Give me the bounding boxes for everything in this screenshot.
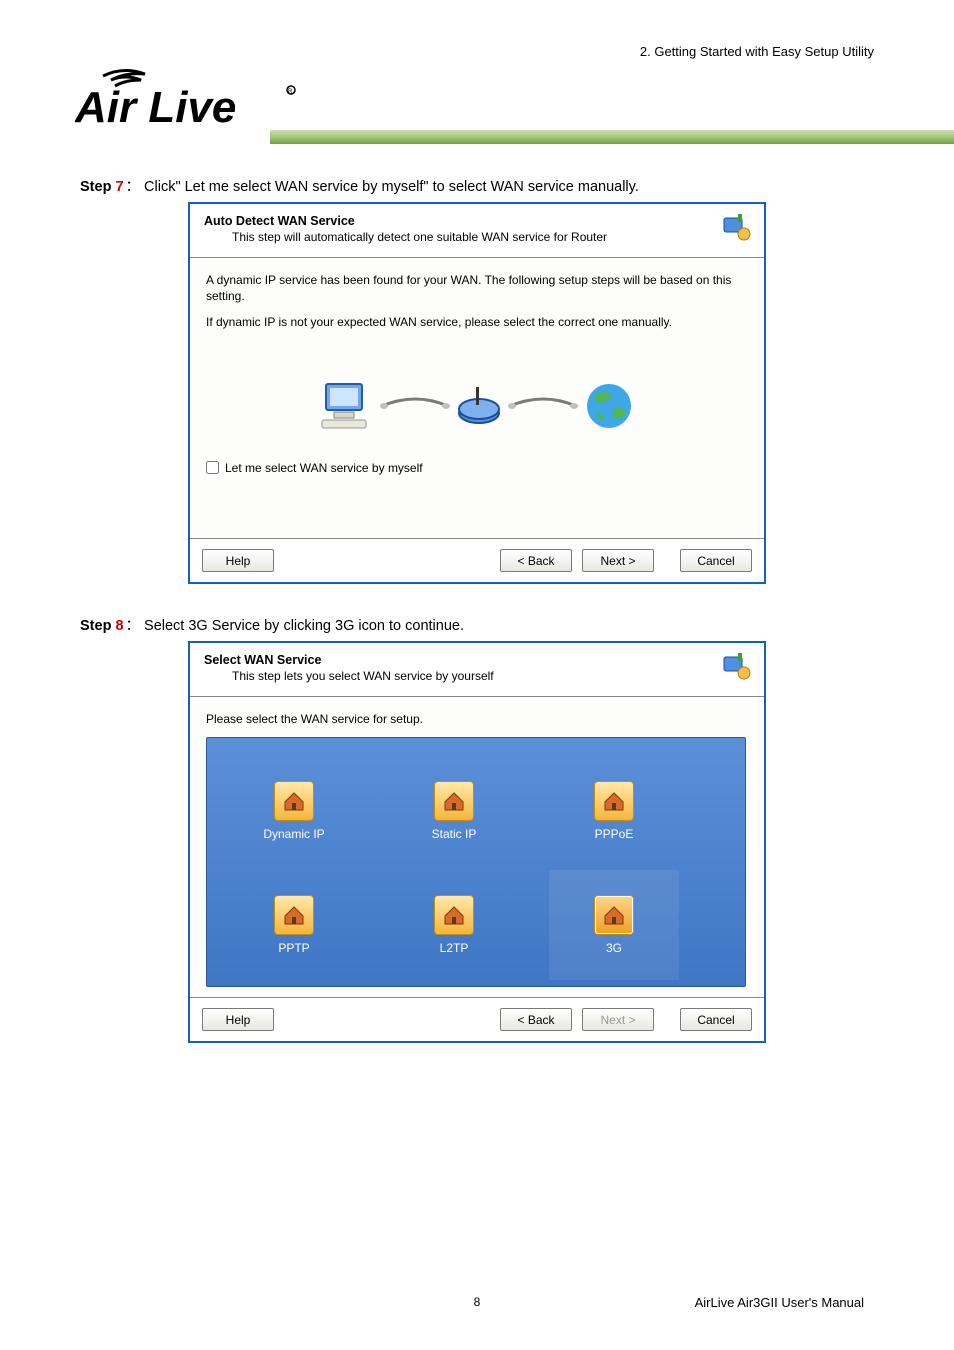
service-static-ip[interactable]: Static IP: [389, 756, 519, 866]
house-icon: [274, 781, 314, 821]
cable-left-icon: [380, 396, 450, 416]
house-icon: [434, 895, 474, 935]
step-8-text: Select 3G Service by clicking 3G icon to…: [144, 618, 874, 634]
service-pptp[interactable]: PPTP: [229, 870, 359, 980]
step-7-label: Step 7: [80, 179, 124, 195]
dialog1-subtitle: This step will automatically detect one …: [232, 230, 750, 244]
house-icon: [594, 781, 634, 821]
dialog1-body-line1: A dynamic IP service has been found for …: [206, 272, 748, 304]
dialog-auto-detect-wan: Auto Detect WAN Service This step will a…: [188, 202, 766, 584]
computer-icon: [320, 380, 374, 432]
step-8-number: 8: [115, 618, 123, 634]
service-label: Static IP: [432, 827, 477, 841]
page-number: 8: [348, 1295, 606, 1310]
wizard-icon: [720, 212, 754, 246]
dialog2-title: Select WAN Service: [204, 653, 750, 667]
dialog1-title: Auto Detect WAN Service: [204, 214, 750, 228]
dialog-select-wan-service: Select WAN Service This step lets you se…: [188, 641, 766, 1043]
service-label: L2TP: [440, 941, 469, 955]
dialog1-footer: Help < Back Next > Cancel: [190, 538, 764, 582]
manual-select-checkbox-row[interactable]: Let me select WAN service by myself: [206, 461, 748, 475]
service-label: PPTP: [278, 941, 309, 955]
service-dynamic-ip[interactable]: Dynamic IP: [229, 756, 359, 866]
service-label: Dynamic IP: [263, 827, 324, 841]
header-banner: [270, 130, 954, 144]
router-icon: [456, 383, 502, 429]
service-label: PPPoE: [595, 827, 634, 841]
manual-title: AirLive Air3GII User's Manual: [606, 1295, 864, 1310]
svg-text:R: R: [288, 89, 293, 95]
dialog2-footer: Help < Back Next > Cancel: [190, 997, 764, 1041]
svg-text:Air Live: Air Live: [75, 83, 236, 132]
wizard-icon: [720, 651, 754, 685]
step-8-label: Step 8: [80, 618, 124, 634]
dialog1-body-line2: If dynamic IP is not your expected WAN s…: [206, 314, 748, 330]
step-7-text: Click" Let me select WAN service by myse…: [144, 179, 874, 195]
content-area: Step 7 ： Click" Let me select WAN servic…: [80, 175, 874, 1073]
step-7-separator: ：: [126, 175, 141, 196]
service-grid: Dynamic IP Static IP PPPoE: [206, 737, 746, 987]
house-icon: [594, 895, 634, 935]
house-icon: [274, 895, 314, 935]
help-button[interactable]: Help: [202, 549, 274, 572]
dialog1-header: Auto Detect WAN Service This step will a…: [190, 204, 764, 258]
dialog2-body-line1: Please select the WAN service for setup.: [206, 711, 748, 727]
chapter-title: 2. Getting Started with Easy Setup Utili…: [640, 44, 874, 59]
footer-left-pad: [90, 1295, 348, 1310]
step-8-separator: ：: [126, 614, 141, 635]
brand-logo: Air Live R: [75, 60, 305, 135]
cancel-button[interactable]: Cancel: [680, 1008, 752, 1031]
service-pppoe[interactable]: PPPoE: [549, 756, 679, 866]
manual-select-label: Let me select WAN service by myself: [225, 461, 423, 475]
cancel-button[interactable]: Cancel: [680, 549, 752, 572]
step-prefix: Step: [80, 179, 115, 195]
help-button[interactable]: Help: [202, 1008, 274, 1031]
back-button[interactable]: < Back: [500, 549, 572, 572]
cable-right-icon: [508, 396, 578, 416]
back-button[interactable]: < Back: [500, 1008, 572, 1031]
dialog2-subtitle: This step lets you select WAN service by…: [232, 669, 750, 683]
dialog1-body: A dynamic IP service has been found for …: [190, 258, 764, 538]
wan-connection-graphic: [307, 371, 647, 441]
service-3g[interactable]: 3G: [549, 870, 679, 980]
page: 2. Getting Started with Easy Setup Utili…: [0, 0, 954, 1350]
next-button[interactable]: Next >: [582, 549, 654, 572]
step-8-row: Step 8 ： Select 3G Service by clicking 3…: [80, 614, 874, 635]
next-button[interactable]: Next >: [582, 1008, 654, 1031]
globe-icon: [584, 381, 634, 431]
service-label: 3G: [606, 941, 622, 955]
step-7-row: Step 7 ： Click" Let me select WAN servic…: [80, 175, 874, 196]
manual-select-checkbox[interactable]: [206, 461, 219, 474]
service-l2tp[interactable]: L2TP: [389, 870, 519, 980]
dialog2-header: Select WAN Service This step lets you se…: [190, 643, 764, 697]
step-7-number: 7: [115, 179, 123, 195]
dialog2-body: Please select the WAN service for setup.…: [190, 697, 764, 997]
step-prefix: Step: [80, 618, 115, 634]
page-footer: 8 AirLive Air3GII User's Manual: [0, 1295, 954, 1310]
house-icon: [434, 781, 474, 821]
